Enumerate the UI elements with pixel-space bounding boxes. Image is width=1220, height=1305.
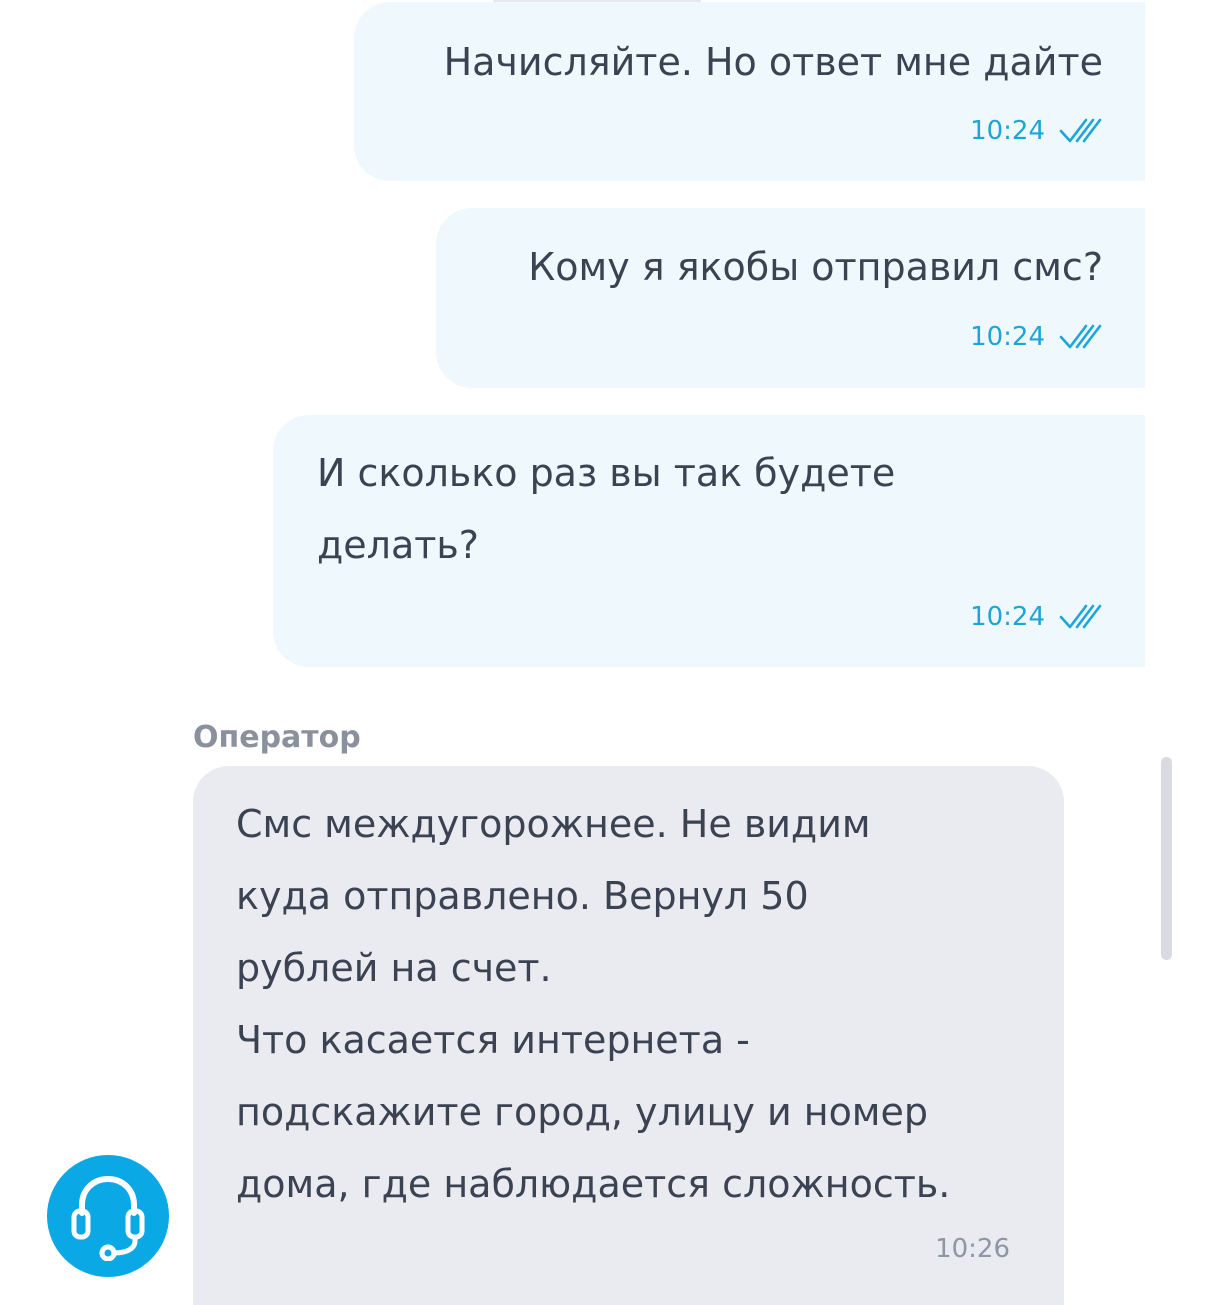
message-meta: 10:24 — [970, 602, 1103, 632]
double-check-icon — [1059, 604, 1102, 629]
double-check-icon — [1059, 118, 1102, 143]
outgoing-message[interactable]: И сколько раз вы так будете делать? 10:2… — [273, 415, 1145, 667]
outgoing-message[interactable]: Кому я якобы отправил смс? 10:24 — [436, 208, 1145, 388]
headset-icon — [71, 1175, 145, 1261]
message-meta: 10:24 — [970, 322, 1103, 352]
message-text: И сколько раз вы так будете делать? — [317, 451, 896, 567]
chat-view: Начисляйте. Но ответ мне дайте 10:24 Ком… — [0, 0, 1220, 1305]
outgoing-message[interactable]: Начисляйте. Но ответ мне дайте 10:24 — [354, 2, 1145, 181]
message-time: 10:24 — [970, 602, 1045, 632]
incoming-message[interactable]: Смс междугорожнее. Не видим куда отправл… — [193, 766, 1064, 1305]
scrollbar-thumb[interactable] — [1161, 757, 1172, 960]
message-meta: 10:26 — [935, 1234, 1010, 1264]
double-check-icon — [1059, 324, 1102, 349]
message-text: Кому я якобы отправил смс? — [528, 245, 1103, 289]
message-text: Начисляйте. Но ответ мне дайте — [443, 40, 1103, 84]
message-time: 10:26 — [935, 1234, 1010, 1264]
message-meta: 10:24 — [970, 116, 1103, 146]
sender-label: Оператор — [193, 720, 361, 755]
support-button[interactable] — [47, 1155, 169, 1277]
message-text: Смс междугорожнее. Не видим куда отправл… — [236, 802, 951, 1206]
message-time: 10:24 — [970, 116, 1045, 146]
message-time: 10:24 — [970, 322, 1045, 352]
